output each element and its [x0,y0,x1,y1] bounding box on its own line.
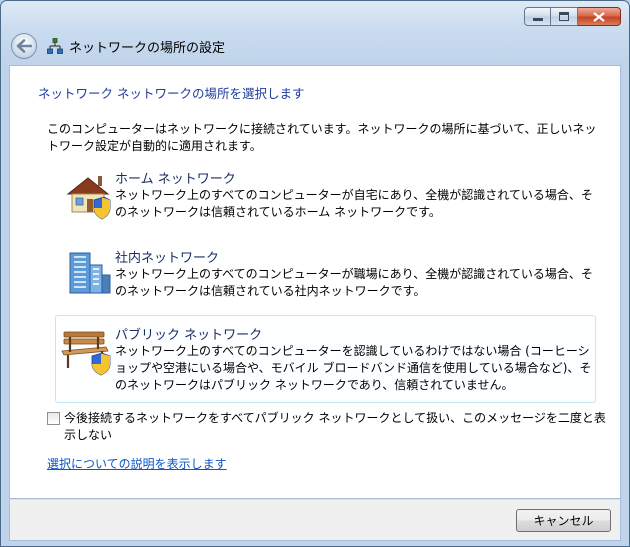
network-icon [47,38,63,54]
section-title: ネットワーク ネットワークの場所を選択します [38,86,305,101]
close-icon [593,11,605,22]
help-link[interactable]: 選択についての説明を表示します [47,455,227,472]
maximize-icon [559,12,569,21]
option-public-network[interactable]: パブリック ネットワーク ネットワーク上のすべてのコンピューターを認識しているわ… [55,315,596,403]
option-title: パブリック ネットワーク [115,328,263,343]
option-work-network[interactable]: 社内ネットワーク ネットワーク上のすべてのコンピューターが職場にあり、全機が認識… [55,246,596,320]
option-title: ホーム ネットワーク [115,172,236,187]
work-network-icon [69,252,111,294]
option-description: ネットワーク上のすべてのコンピューターが自宅にあり、全機が認識されている場合、そ… [115,188,593,219]
caption-buttons [524,7,621,26]
home-network-icon [66,176,111,220]
option-description: ネットワーク上のすべてのコンピューターを認識しているわけではない場合 (コーヒー… [115,344,592,392]
cancel-button[interactable]: キャンセル [516,509,611,532]
public-network-icon [61,331,111,376]
close-button[interactable] [578,7,621,26]
dont-show-again-row[interactable]: 今後接続するネットワークをすべてパブリック ネットワークとして扱い、このメッセー… [47,410,607,444]
header: ネットワークの場所の設定 [11,33,225,59]
minimize-button[interactable] [524,7,551,26]
window-title: ネットワークの場所の設定 [69,40,226,56]
dont-show-again-checkbox[interactable] [47,412,60,425]
back-button[interactable] [11,33,37,59]
option-home-network[interactable]: ホーム ネットワーク ネットワーク上のすべてのコンピューターが自宅にあり、全機が… [55,167,596,241]
dont-show-again-label[interactable]: 今後接続するネットワークをすべてパブリック ネットワークとして扱い、このメッセー… [64,410,607,444]
dialog-window: ネットワークの場所の設定 ネットワーク ネットワークの場所を選択します このコン… [0,0,630,547]
intro-text: このコンピューターはネットワークに接続されています。ネットワークの場所に基づいて… [47,122,597,153]
back-arrow-icon [16,39,32,53]
minimize-icon [532,17,543,21]
option-title: 社内ネットワーク [115,251,220,266]
maximize-button[interactable] [551,7,578,26]
option-description: ネットワーク上のすべてのコンピューターが職場にあり、全機が認識されている場合、そ… [115,267,593,298]
